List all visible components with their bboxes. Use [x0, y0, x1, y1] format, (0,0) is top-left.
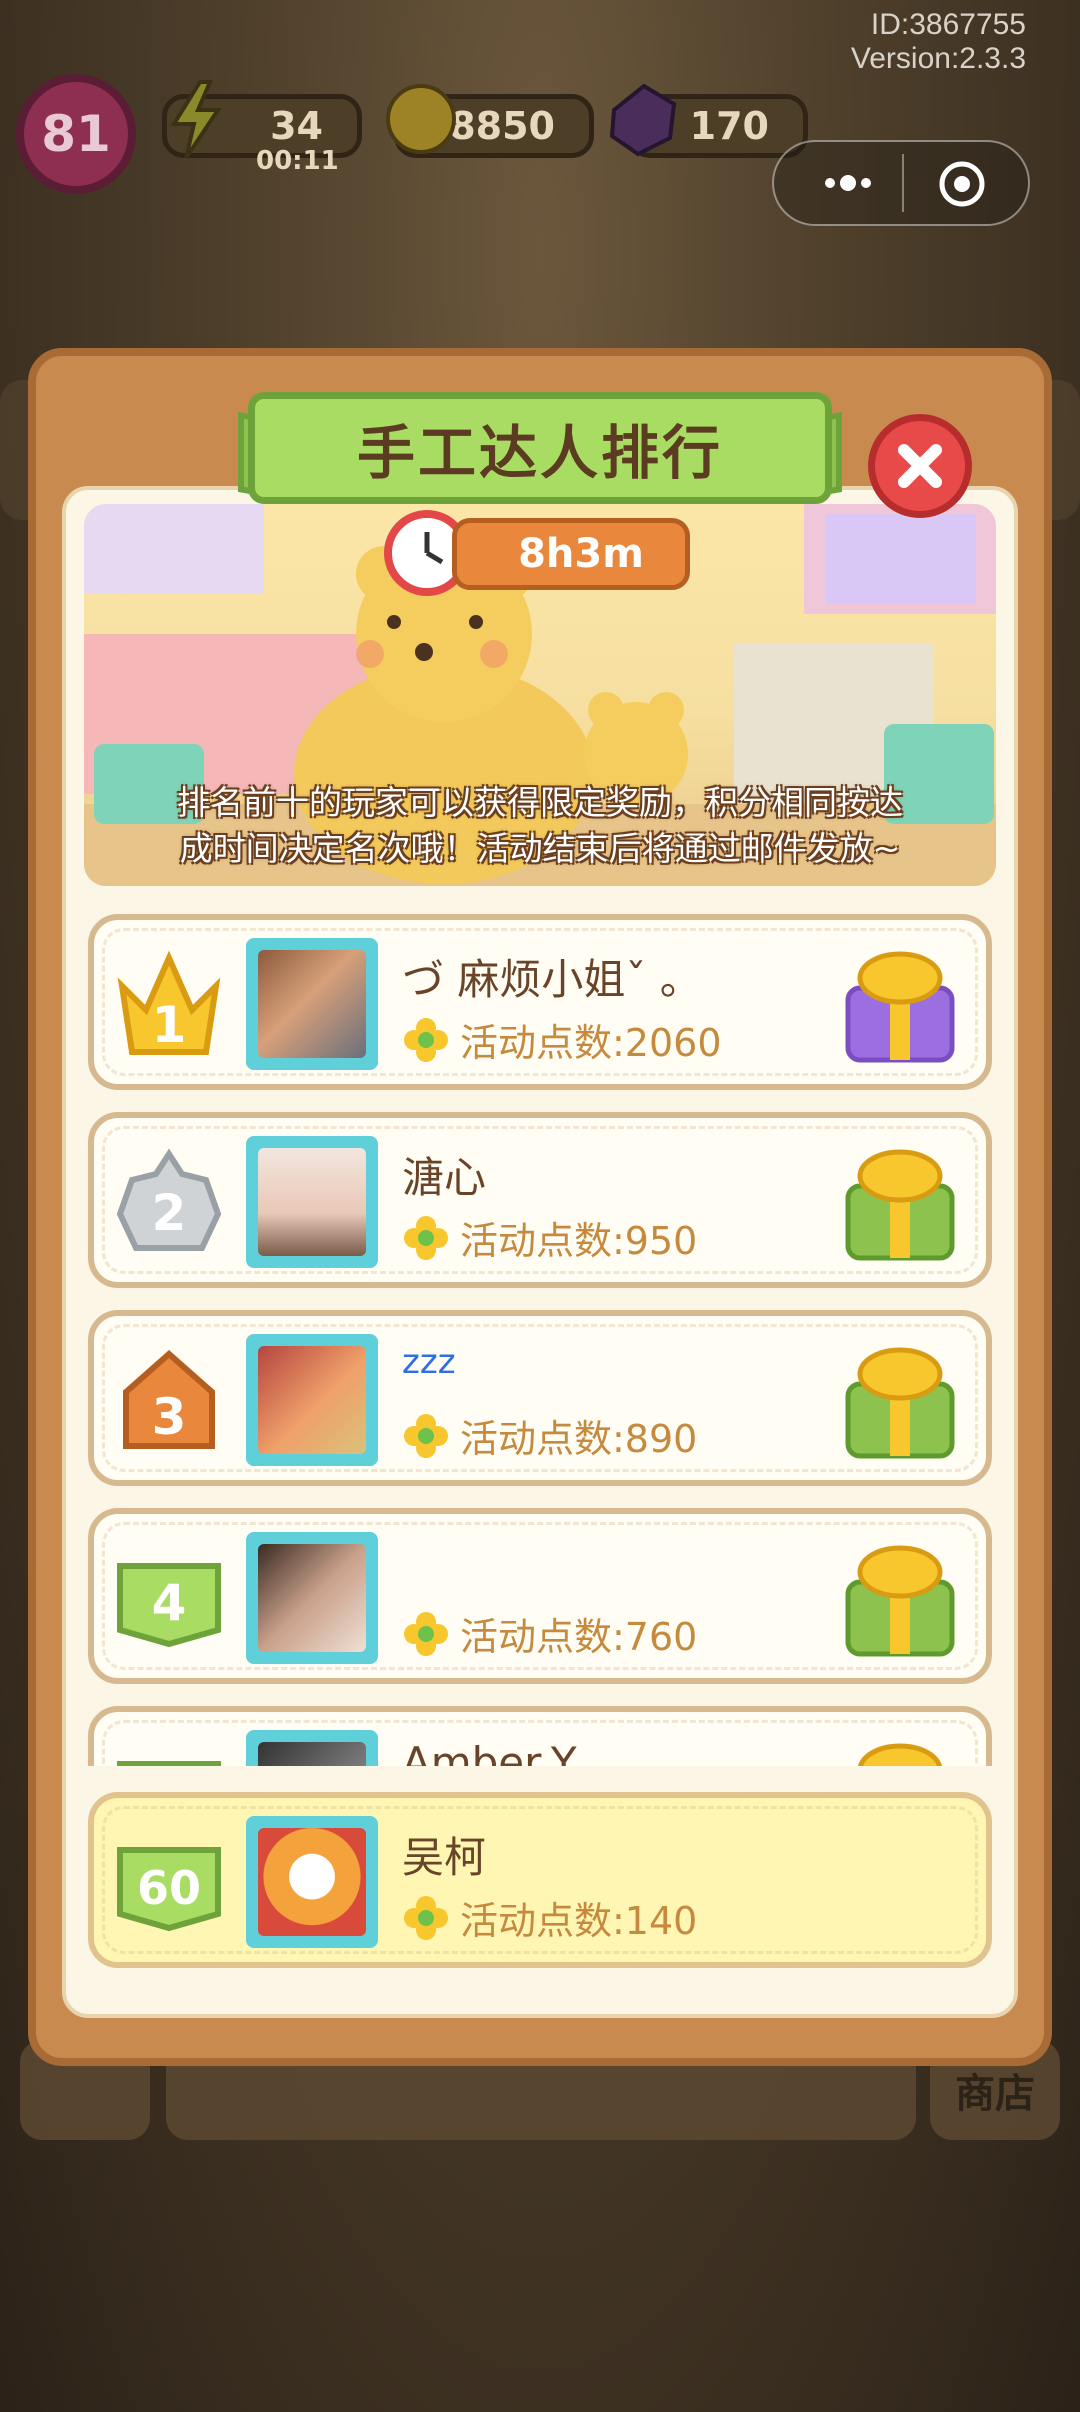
user-id-text: ID:3867755 — [870, 8, 1026, 41]
flower-icon — [404, 1017, 448, 1062]
level-badge[interactable]: 81 — [16, 74, 136, 194]
avatar[interactable] — [246, 1730, 378, 1766]
energy-timer: 00:11 — [256, 146, 339, 176]
points-text: 活动点数:760 — [460, 1615, 698, 1659]
rank-number: 4 — [152, 1574, 187, 1632]
points-line: 活动点数:890 — [402, 1408, 697, 1463]
green-rank-badge: 5 — [112, 1738, 226, 1766]
modal-title-ribbon: 手工达人排行 — [248, 392, 832, 504]
points-text: 活动点数:890 — [460, 1417, 698, 1461]
avatar[interactable] — [246, 1136, 378, 1268]
avatar-image — [258, 1742, 366, 1766]
rank-number: 1 — [152, 996, 187, 1054]
lightning-icon — [166, 80, 226, 160]
gift-icon[interactable] — [838, 938, 962, 1068]
points-line: 活动点数:760 — [402, 1606, 697, 1661]
timer-text: 8h3m — [518, 531, 644, 577]
gift-icon[interactable] — [838, 1334, 962, 1464]
flower-icon — [404, 1215, 448, 1260]
green-rank-badge: 4 — [112, 1540, 226, 1658]
player-name: 溏心 — [402, 1153, 487, 1202]
ranking-row: 4 活动点数:760 — [88, 1508, 992, 1684]
ranking-list[interactable]: 1 づ 麻烦小姐ˇ 。 活动点数:2060 2 溏心 活动点数:950 3 zz… — [88, 900, 992, 1766]
gem-icon — [604, 80, 684, 160]
avatar[interactable] — [246, 1816, 378, 1948]
flower-icon — [404, 1895, 448, 1940]
event-timer: 8h3m — [452, 518, 690, 590]
points-text: 活动点数:950 — [460, 1219, 698, 1263]
avatar-image — [258, 1346, 366, 1454]
flower-icon — [404, 1611, 448, 1656]
ranking-row: 1 づ 麻烦小姐ˇ 。 活动点数:2060 — [88, 914, 992, 1090]
points-line: 活动点数:950 — [402, 1210, 697, 1265]
ranking-row: 3 zzz 活动点数:890 — [88, 1310, 992, 1486]
player-name: づ 麻烦小姐ˇ 。 — [402, 955, 702, 1004]
player-name: 吴柯 — [402, 1833, 487, 1882]
player-name: zzz — [402, 1342, 456, 1382]
modal-title: 手工达人排行 — [356, 419, 723, 487]
ranking-row: 2 溏心 活动点数:950 — [88, 1112, 992, 1288]
gift-icon[interactable] — [838, 1136, 962, 1266]
points-line: 活动点数:2060 — [402, 1012, 722, 1067]
flower-icon — [404, 1413, 448, 1458]
bronze-badge: 3 — [112, 1342, 226, 1460]
rank-number: 3 — [152, 1388, 187, 1446]
close-icon — [898, 444, 942, 488]
points-text: 活动点数:140 — [460, 1899, 698, 1943]
miniprogram-capsule — [772, 140, 1030, 226]
close-miniprogram-icon[interactable] — [934, 156, 990, 212]
gold-crown-badge: 1 — [112, 946, 226, 1064]
close-button[interactable] — [868, 414, 972, 518]
event-notice: 排名前十的玩家可以获得限定奖励，积分相同按达 成时间决定名次哦！活动结束后将通过… — [96, 780, 984, 872]
avatar[interactable] — [246, 1532, 378, 1664]
gift-icon[interactable] — [838, 1532, 962, 1662]
notice-line-2: 成时间决定名次哦！活动结束后将通过邮件发放~ — [179, 829, 901, 868]
system-info: ID:3867755 Version:2.3.3 — [851, 8, 1026, 76]
ranking-row: 5 Amber.Y — [88, 1706, 992, 1766]
gift-icon[interactable] — [838, 1730, 962, 1766]
more-icon[interactable] — [808, 154, 888, 212]
self-ranking-row: 60 吴柯 活动点数:140 — [88, 1792, 992, 1968]
avatar[interactable] — [246, 1334, 378, 1466]
version-text: Version:2.3.3 — [850, 42, 1026, 75]
level-value: 81 — [41, 105, 111, 163]
player-name: Amber.Y — [402, 1738, 577, 1766]
silver-badge: 2 — [112, 1144, 226, 1262]
gems-value: 170 — [689, 104, 769, 148]
avatar-image — [258, 950, 366, 1058]
capsule-divider — [902, 154, 904, 212]
avatar-image — [258, 1828, 366, 1936]
points-line: 活动点数:140 — [402, 1890, 697, 1945]
energy-value: 34 — [270, 104, 323, 148]
avatar[interactable] — [246, 938, 378, 1070]
avatar-image — [258, 1148, 366, 1256]
avatar-image — [258, 1544, 366, 1652]
rank-number: 2 — [152, 1184, 187, 1242]
notice-line-1: 排名前十的玩家可以获得限定奖励，积分相同按达 — [177, 783, 903, 822]
rank-number: 60 — [137, 1861, 201, 1915]
points-text: 活动点数:2060 — [460, 1021, 722, 1065]
coin-icon — [386, 84, 456, 154]
green-rank-badge: 60 — [112, 1824, 226, 1942]
shop-label: 商店 — [955, 2071, 1035, 2117]
